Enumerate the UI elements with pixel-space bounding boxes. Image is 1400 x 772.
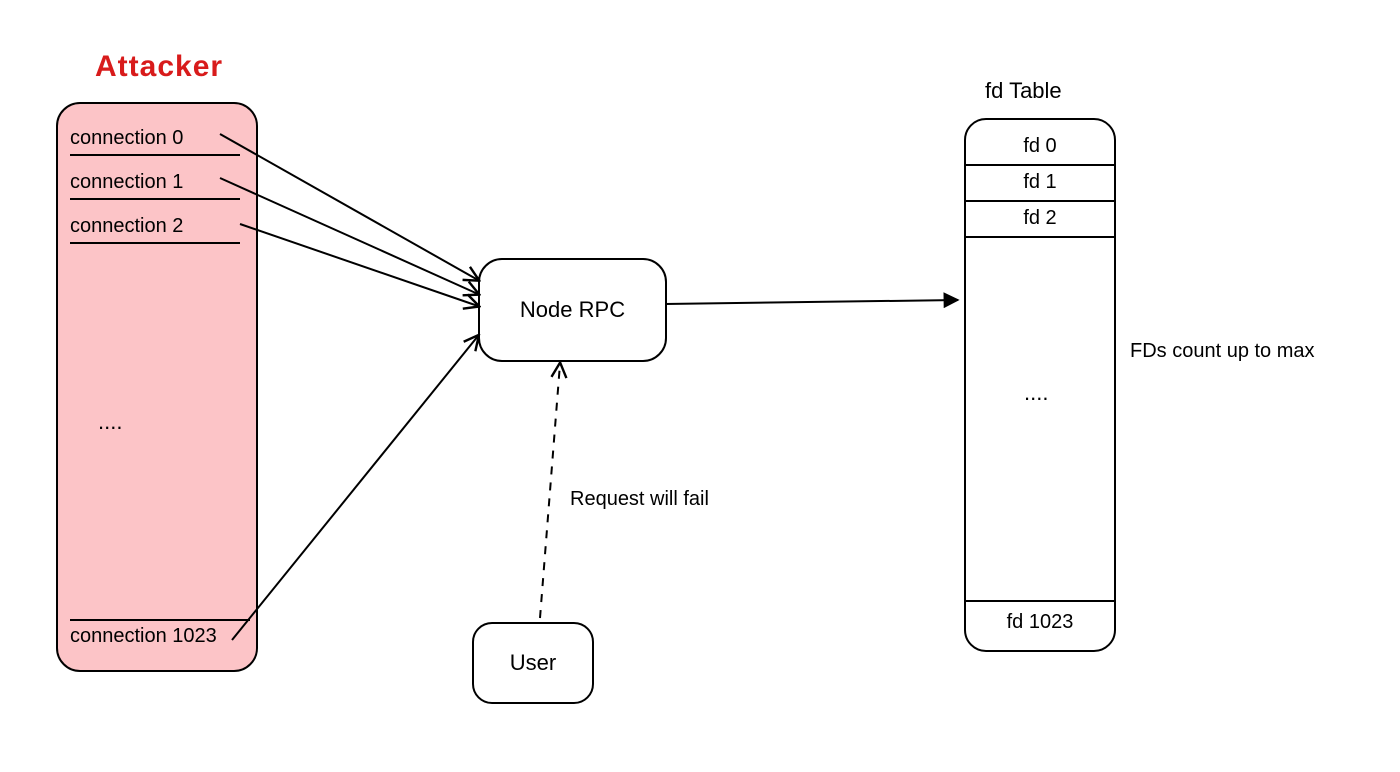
arrow-connection-1	[220, 178, 478, 294]
node-rpc-label: Node RPC	[520, 297, 625, 323]
fd-max-annotation: FDs count up to max	[1130, 340, 1315, 363]
attacker-connection-row: connection 0	[70, 122, 240, 156]
attacker-box: connection 0 connection 1 connection 2 .…	[56, 102, 258, 672]
user-label: User	[510, 650, 556, 676]
arrow-user-to-node	[540, 364, 560, 618]
attacker-ellipsis: ....	[98, 409, 122, 435]
arrow-node-to-fd	[665, 300, 958, 304]
fd-table-title: fd Table	[985, 78, 1062, 104]
fd-row: fd 1	[966, 164, 1114, 202]
arrow-connection-last	[232, 336, 478, 640]
fd-row: fd 1023	[966, 602, 1114, 642]
fd-ellipsis: ....	[1024, 380, 1048, 406]
request-fail-annotation: Request will fail	[570, 488, 709, 511]
attacker-connection-row: connection 1	[70, 166, 240, 200]
arrow-connection-2	[240, 224, 478, 306]
attacker-title: Attacker	[95, 50, 223, 84]
fd-table-box: fd 0 fd 1 fd 2 .... fd 1023	[964, 118, 1116, 652]
arrow-connection-0	[220, 134, 478, 280]
node-rpc-box: Node RPC	[478, 258, 667, 362]
attacker-connection-row: connection 2	[70, 210, 240, 244]
diagram-canvas: { "attacker": { "title": "Attacker", "co…	[0, 0, 1400, 772]
fd-row: fd 0	[966, 128, 1114, 166]
attacker-connection-row: connection 1023	[70, 619, 250, 657]
user-box: User	[472, 622, 594, 704]
fd-row: fd 2	[966, 200, 1114, 238]
